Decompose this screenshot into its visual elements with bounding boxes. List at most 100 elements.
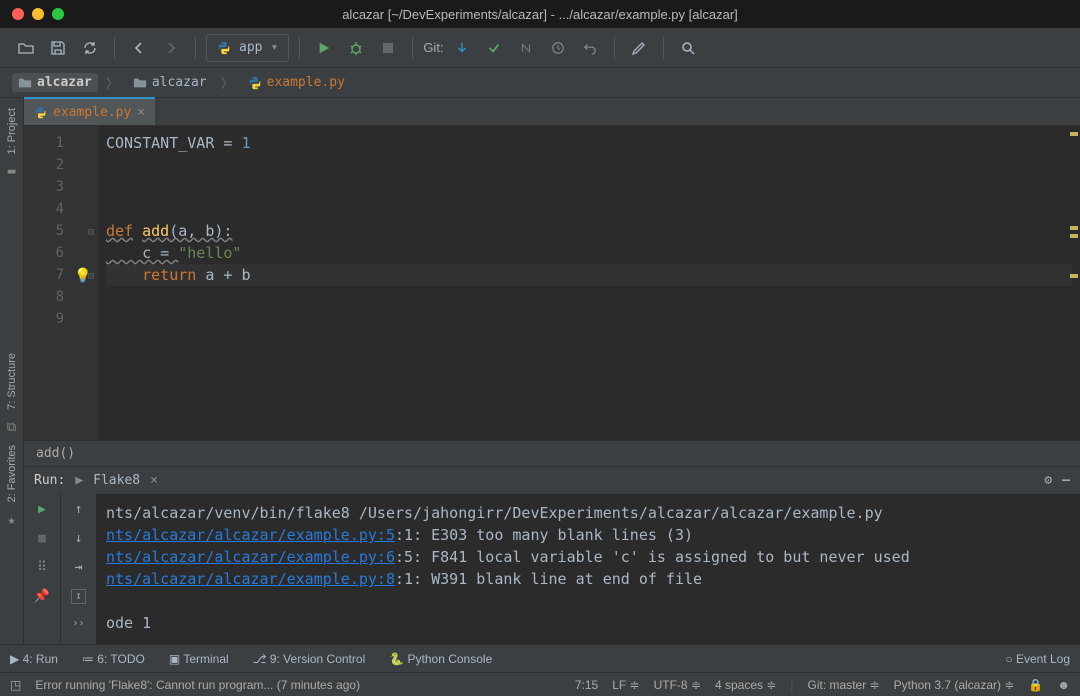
editor[interactable]: 1 2 3 4 5 6 7 8 9 ⊟ ⊟ 💡 CONSTANT_VAR = 1… bbox=[24, 126, 1080, 440]
indent[interactable]: 4 spaces ≑ bbox=[715, 678, 776, 692]
tool-structure-label[interactable]: 7: Structure bbox=[6, 347, 18, 416]
hide-icon[interactable]: — bbox=[1062, 473, 1070, 488]
git-update-icon[interactable] bbox=[448, 34, 476, 62]
lock-icon[interactable]: 🔒 bbox=[1028, 678, 1043, 692]
console-line: nts/alcazar/venv/bin/flake8 /Users/jahon… bbox=[106, 502, 1070, 524]
console-line: nts/alcazar/alcazar/example.py:5:1: E303… bbox=[106, 524, 1070, 546]
nav-back-button[interactable] bbox=[125, 34, 153, 62]
editor-tab[interactable]: example.py × bbox=[24, 97, 155, 125]
folder-icon[interactable]: ▬ bbox=[8, 164, 16, 179]
code-text bbox=[106, 266, 142, 284]
code-text: CONSTANT_VAR = bbox=[106, 134, 241, 152]
breadcrumb-folder-label: alcazar bbox=[152, 75, 207, 90]
rerun-button[interactable]: ▶ bbox=[38, 502, 46, 517]
interpreter[interactable]: Python 3.7 (alcazar) ≑ bbox=[894, 678, 1015, 692]
git-compare-icon[interactable] bbox=[512, 34, 540, 62]
breadcrumb-project[interactable]: alcazar bbox=[12, 73, 98, 92]
editor-breadcrumb-label[interactable]: add() bbox=[36, 446, 75, 461]
sync-icon[interactable] bbox=[76, 34, 104, 62]
stop-button[interactable] bbox=[374, 34, 402, 62]
close-icon[interactable]: × bbox=[137, 105, 145, 120]
breadcrumb-file-label: example.py bbox=[267, 75, 345, 90]
settings-icon[interactable] bbox=[625, 34, 653, 62]
tool-window-icon[interactable]: ◳ bbox=[10, 678, 21, 692]
debug-button[interactable] bbox=[342, 34, 370, 62]
line-number: 6 bbox=[24, 242, 92, 264]
code-text: return bbox=[142, 266, 196, 284]
status-bar: ◳ Error running 'Flake8': Cannot run pro… bbox=[0, 672, 1080, 696]
run-tab-label[interactable]: Flake8 bbox=[93, 473, 140, 488]
search-icon[interactable] bbox=[674, 34, 702, 62]
tool-todo-tab[interactable]: ≔ 6: TODO bbox=[82, 652, 145, 666]
tool-pyconsole-tab[interactable]: 🐍 Python Console bbox=[389, 652, 492, 666]
gear-icon[interactable]: ⚙ bbox=[1044, 473, 1052, 488]
line-number: 1 bbox=[24, 132, 92, 154]
close-icon[interactable]: × bbox=[150, 473, 158, 488]
console-link[interactable]: nts/alcazar/alcazar/example.py:5 bbox=[106, 526, 395, 544]
nav-forward-button[interactable] bbox=[157, 34, 185, 62]
code-text: c = bbox=[106, 244, 178, 262]
tool-project-label[interactable]: 1: Project bbox=[6, 102, 18, 160]
line-separator[interactable]: LF ≑ bbox=[612, 678, 639, 692]
chevron-right-icon: 〉 bbox=[106, 73, 119, 92]
git-history-icon[interactable] bbox=[544, 34, 572, 62]
window-close-button[interactable] bbox=[12, 8, 24, 20]
tool-run-label: 4: Run bbox=[23, 652, 58, 666]
chevron-right-icon: 〉 bbox=[221, 73, 234, 92]
encoding[interactable]: UTF-8 ≑ bbox=[654, 678, 701, 692]
git-revert-icon[interactable] bbox=[576, 34, 604, 62]
event-log-tab[interactable]: ○ Event Log bbox=[1005, 652, 1070, 666]
console-line: nts/alcazar/alcazar/example.py:6:5: F841… bbox=[106, 546, 1070, 568]
down-button[interactable]: ↓ bbox=[75, 531, 83, 546]
line-number: 3 bbox=[24, 176, 92, 198]
wrap-button[interactable]: ⇥ bbox=[75, 560, 83, 575]
tool-run-tab[interactable]: ▶ 4: Run bbox=[10, 652, 58, 666]
console-text: :1: W391 blank line at end of file bbox=[395, 570, 702, 588]
structure-icon[interactable]: ⧉ bbox=[7, 420, 16, 435]
window-minimize-button[interactable] bbox=[32, 8, 44, 20]
console-link[interactable]: nts/alcazar/alcazar/example.py:6 bbox=[106, 548, 395, 566]
breadcrumb-folder[interactable]: alcazar bbox=[127, 73, 213, 92]
layout-button[interactable]: ⠿ bbox=[37, 560, 47, 575]
git-branch[interactable]: Git: master ≑ bbox=[808, 678, 880, 692]
tool-favorites-label[interactable]: 2: Favorites bbox=[6, 439, 18, 508]
scroll-button[interactable]: ↧ bbox=[71, 589, 85, 604]
save-icon[interactable] bbox=[44, 34, 72, 62]
window-zoom-button[interactable] bbox=[52, 8, 64, 20]
caret-position[interactable]: 7:15 bbox=[575, 678, 598, 692]
code-area[interactable]: CONSTANT_VAR = 1 def add(a, b): c = "hel… bbox=[98, 126, 1080, 440]
editor-marks bbox=[1068, 126, 1080, 440]
run-left-toolbar-2: ↑ ↓ ⇥ ↧ ›› bbox=[60, 494, 96, 644]
tool-terminal-tab[interactable]: ▣ Terminal bbox=[169, 652, 229, 666]
code-text: add bbox=[142, 222, 169, 240]
fold-handle-icon[interactable]: ⊟ bbox=[88, 222, 94, 244]
git-commit-icon[interactable] bbox=[480, 34, 508, 62]
console-output[interactable]: nts/alcazar/venv/bin/flake8 /Users/jahon… bbox=[96, 494, 1080, 644]
titlebar: alcazar [~/DevExperiments/alcazar] - ...… bbox=[0, 0, 1080, 28]
ide-status-icon[interactable]: ☻ bbox=[1057, 678, 1070, 692]
play-icon: ▶ bbox=[75, 473, 83, 488]
code-text: def bbox=[106, 222, 133, 240]
breadcrumb-file[interactable]: example.py bbox=[242, 73, 351, 92]
status-message[interactable]: Error running 'Flake8': Cannot run progr… bbox=[35, 678, 360, 692]
git-label: Git: bbox=[423, 40, 443, 55]
pin-button[interactable]: 📌 bbox=[34, 589, 50, 604]
play-button[interactable] bbox=[310, 34, 338, 62]
stop-button[interactable]: ■ bbox=[38, 531, 46, 546]
run-panel-header: Run: ▶ Flake8 × ⚙ — bbox=[24, 466, 1080, 494]
console-line: nts/alcazar/alcazar/example.py:8:1: W391… bbox=[106, 568, 1070, 590]
tool-todo-label: 6: TODO bbox=[97, 652, 145, 666]
up-button[interactable]: ↑ bbox=[75, 502, 83, 517]
code-text: a + b bbox=[196, 266, 250, 284]
console-link[interactable]: nts/alcazar/alcazar/example.py:8 bbox=[106, 570, 395, 588]
run-panel-title: Run: bbox=[34, 473, 65, 488]
run-config-selector[interactable]: app ▾ bbox=[206, 34, 289, 62]
open-icon[interactable] bbox=[12, 34, 40, 62]
line-number: 8 bbox=[24, 286, 92, 308]
more-button[interactable]: ›› bbox=[72, 618, 84, 629]
tool-vcs-tab[interactable]: ⎇ 9: Version Control bbox=[253, 652, 366, 666]
intention-bulb-icon[interactable]: 💡 bbox=[74, 265, 91, 287]
left-tool-rail: 1: Project ▬ 7: Structure ⧉ 2: Favorites… bbox=[0, 98, 24, 644]
star-icon[interactable]: ★ bbox=[8, 513, 16, 528]
editor-breadcrumb: add() bbox=[24, 440, 1080, 466]
